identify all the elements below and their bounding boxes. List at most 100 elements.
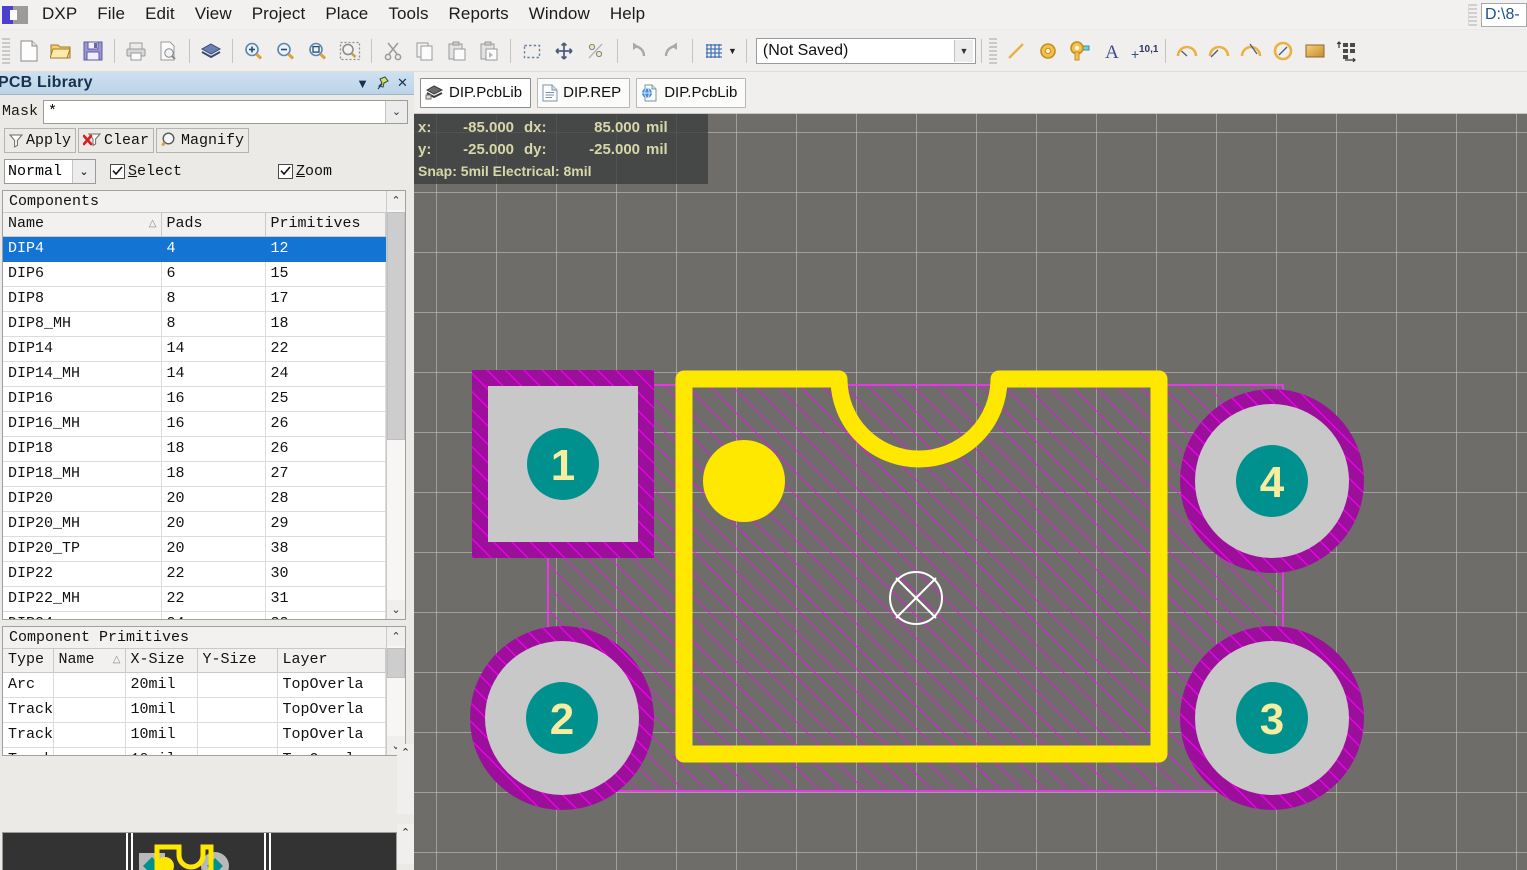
path-field[interactable]: D:\8- (1481, 2, 1527, 27)
zoom-fit-icon[interactable] (303, 36, 333, 66)
table-row[interactable]: DIP18 18 26 (3, 436, 386, 462)
menu-window[interactable]: Window (519, 2, 600, 27)
magnify-button[interactable]: Magnify (156, 127, 250, 153)
place-arc-center-icon[interactable] (1172, 36, 1202, 66)
menu-edit[interactable]: Edit (135, 2, 185, 27)
table-row[interactable]: DIP20_TP 20 38 (3, 536, 386, 562)
col-header-layer[interactable]: Layer (277, 649, 386, 673)
table-row[interactable]: DIP22 22 30 (3, 561, 386, 587)
move-icon[interactable] (549, 36, 579, 66)
board-layers-icon[interactable] (196, 36, 226, 66)
pin-icon[interactable] (374, 75, 391, 92)
place-array-icon[interactable] (1332, 36, 1362, 66)
scroll-up-icon[interactable]: ⌃ (387, 627, 405, 646)
apply-filter-button[interactable]: Apply (4, 127, 77, 153)
panel-outer-scroll-bottom[interactable]: ⌃ (397, 824, 414, 864)
tab-dip-pcblib-browser[interactable]: DIP.PcbLib (636, 77, 747, 108)
place-pad-icon[interactable] (1033, 36, 1063, 66)
menu-reports[interactable]: Reports (439, 2, 519, 27)
menu-help[interactable]: Help (600, 2, 655, 27)
scroll-up-icon[interactable]: ⌃ (397, 824, 414, 841)
scroll-down-icon[interactable]: ⌄ (387, 600, 405, 619)
print-preview-icon[interactable] (153, 36, 183, 66)
scroll-up-icon[interactable]: ⌃ (397, 744, 414, 761)
table-row[interactable]: DIP22_MH 22 31 (3, 586, 386, 612)
table-row[interactable]: Track 10mil TopOverla (3, 722, 386, 748)
table-row[interactable]: DIP20 20 28 (3, 486, 386, 512)
pad-3[interactable]: 3 (1180, 626, 1364, 810)
menu-tools[interactable]: Tools (378, 2, 438, 27)
chevron-down-icon[interactable]: ⌄ (385, 100, 407, 123)
place-coordinate-icon[interactable]: + 10,10 (1129, 36, 1159, 66)
pcb-canvas[interactable]: 1 2 4 3 x: -85.000 dx: 85.000 mil y: -25… (414, 114, 1527, 870)
place-via-icon[interactable] (1065, 36, 1095, 66)
toolbar-grip-place[interactable] (988, 37, 997, 64)
tab-dip-pcblib[interactable]: DIP.PcbLib (420, 77, 532, 108)
zoom-in-icon[interactable] (239, 36, 269, 66)
scroll-thumb[interactable] (387, 648, 405, 678)
cut-icon[interactable] (378, 36, 408, 66)
chevron-down-icon[interactable]: ⌄ (72, 159, 95, 183)
clear-selection-icon[interactable] (581, 36, 611, 66)
col-header-pname[interactable]: Name △ (53, 649, 126, 673)
close-icon[interactable]: ✕ (394, 75, 411, 92)
table-row[interactable]: DIP16 16 25 (3, 386, 386, 412)
copy-icon[interactable] (410, 36, 440, 66)
chevron-down-icon[interactable]: ▼ (953, 39, 973, 62)
menu-project[interactable]: Project (242, 2, 316, 27)
table-row[interactable]: DIP4 4 12 (3, 236, 386, 262)
table-row[interactable]: DIP14 14 22 (3, 336, 386, 362)
place-string-icon[interactable]: A (1097, 36, 1127, 66)
table-row[interactable]: DIP8_MH 8 18 (3, 311, 386, 337)
primitives-scrollbar[interactable]: ⌃ ⌄ (386, 627, 405, 755)
select-checkbox[interactable]: Select (110, 163, 182, 180)
table-row[interactable]: DIP18_MH 18 27 (3, 461, 386, 487)
table-row[interactable]: DIP14_MH 14 24 (3, 361, 386, 387)
paste-special-icon[interactable] (474, 36, 504, 66)
table-row[interactable]: Track 10mil TopOverla (3, 747, 386, 755)
table-row[interactable]: DIP16_MH 16 26 (3, 411, 386, 437)
zoom-checkbox[interactable]: Zoom (278, 163, 332, 180)
scroll-thumb[interactable] (387, 212, 405, 440)
toolbar-grip-main[interactable] (2, 37, 10, 64)
redo-icon[interactable] (656, 36, 686, 66)
pad-4[interactable]: 4 (1180, 389, 1364, 573)
place-arc-edge-icon[interactable] (1204, 36, 1234, 66)
col-header-primitives[interactable]: Primitives (265, 213, 386, 237)
table-row[interactable]: DIP6 6 15 (3, 261, 386, 287)
table-row[interactable]: DIP20_MH 20 29 (3, 511, 386, 537)
table-row[interactable]: Arc 20mil TopOverla (3, 672, 386, 698)
checkbox-box[interactable] (278, 163, 294, 179)
place-arc-any-angle-icon[interactable] (1236, 36, 1266, 66)
place-fill-icon[interactable] (1300, 36, 1330, 66)
zoom-out-icon[interactable] (271, 36, 301, 66)
menu-file[interactable]: File (87, 2, 135, 27)
layer-combo[interactable]: (Not Saved) ▼ (755, 37, 976, 64)
menu-place[interactable]: Place (315, 2, 378, 27)
toolbar-grip[interactable] (1468, 3, 1477, 26)
table-row[interactable]: DIP8 8 17 (3, 286, 386, 312)
menu-view[interactable]: View (185, 2, 242, 27)
mask-input[interactable]: * ⌄ (43, 99, 408, 124)
grid-dropdown-arrow-icon[interactable]: ▼ (728, 46, 737, 56)
col-header-xsize[interactable]: X-Size (125, 649, 198, 673)
scroll-track[interactable] (387, 646, 405, 736)
footprint-preview-strip[interactable] (2, 832, 397, 870)
menu-dxp[interactable]: DXP (32, 2, 87, 27)
paste-icon[interactable] (442, 36, 472, 66)
grid-icon[interactable] (699, 36, 729, 66)
col-header-name[interactable]: Name △ (3, 213, 162, 237)
pad-1[interactable]: 1 (472, 370, 654, 558)
col-header-ysize[interactable]: Y-Size (197, 649, 278, 673)
components-scrollbar[interactable]: ⌃ ⌄ (386, 191, 405, 619)
panel-outer-scroll-top[interactable]: ⌃ (397, 744, 414, 814)
place-line-icon[interactable] (1001, 36, 1031, 66)
save-icon[interactable] (78, 36, 108, 66)
place-full-circle-icon[interactable] (1268, 36, 1298, 66)
zoom-area-icon[interactable] (335, 36, 365, 66)
open-folder-icon[interactable] (46, 36, 76, 66)
col-header-type[interactable]: Type (3, 649, 54, 673)
clear-filter-button[interactable]: Clear (78, 127, 155, 153)
table-row[interactable]: Track 10mil TopOverla (3, 697, 386, 723)
tab-dip-rep[interactable]: DIP.REP (537, 77, 631, 108)
